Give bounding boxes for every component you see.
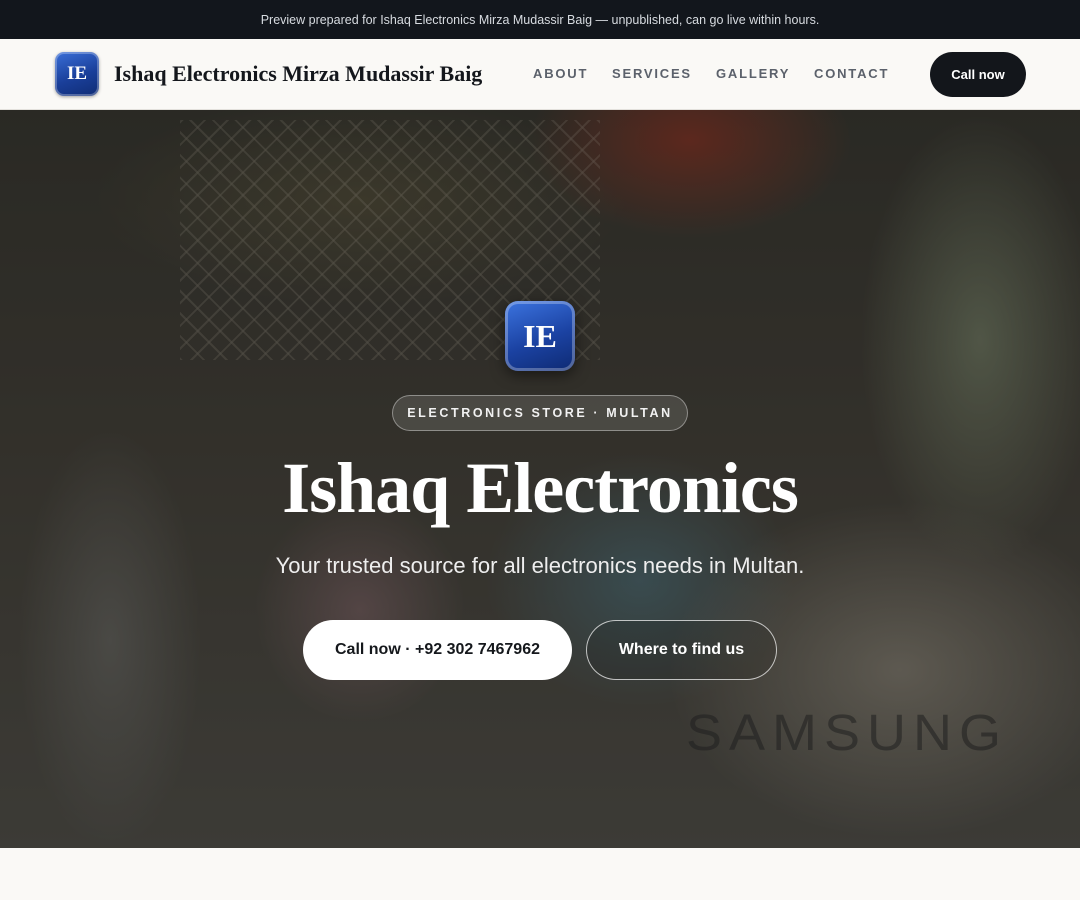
nav-services[interactable]: SERVICES bbox=[612, 66, 692, 81]
nav-contact[interactable]: CONTACT bbox=[814, 66, 889, 81]
hero-logo: IE bbox=[505, 301, 575, 371]
site-header: IE Ishaq Electronics Mirza Mudassir Baig… bbox=[0, 39, 1080, 110]
next-section bbox=[0, 848, 1080, 900]
preview-banner-text: Preview prepared for Ishaq Electronics M… bbox=[260, 12, 820, 27]
hero-section: SAMSUNG IE ELECTRONICS STORE · MULTAN Is… bbox=[0, 110, 1080, 848]
brand-name[interactable]: Ishaq Electronics Mirza Mudassir Baig bbox=[114, 61, 482, 87]
find-us-label: Where to find us bbox=[618, 641, 745, 658]
hero-logo-initials: IE bbox=[523, 317, 557, 354]
store-category-badge: ELECTRONICS STORE · MULTAN bbox=[392, 395, 688, 431]
hero-subtitle: Your trusted source for all electronics … bbox=[275, 553, 805, 578]
hero-title: Ishaq Electronics bbox=[282, 448, 799, 528]
call-phone-button[interactable]: Call now · +92 302 7467962 bbox=[303, 620, 572, 680]
brand-logo[interactable]: IE bbox=[55, 52, 99, 96]
call-now-button[interactable]: Call now bbox=[930, 52, 1026, 97]
find-us-button[interactable]: Where to find us bbox=[586, 620, 777, 680]
call-phone-label: Call now · +92 302 7467962 bbox=[334, 641, 540, 658]
nav-about[interactable]: ABOUT bbox=[533, 66, 588, 81]
call-now-label: Call now bbox=[951, 67, 1005, 82]
preview-banner: Preview prepared for Ishaq Electronics M… bbox=[0, 0, 1080, 39]
nav-gallery[interactable]: GALLERY bbox=[716, 66, 790, 81]
brand-logo-initials: IE bbox=[66, 63, 88, 84]
store-category-label: ELECTRONICS STORE · MULTAN bbox=[407, 406, 673, 420]
